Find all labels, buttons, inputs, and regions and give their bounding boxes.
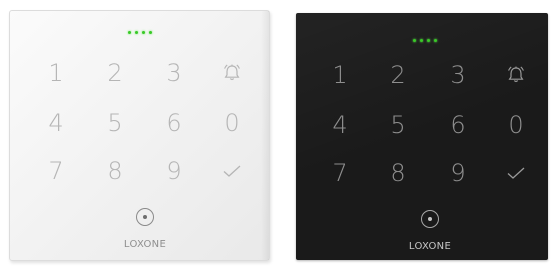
keypad-black: 1 2 3 4 5 6 0 7 8 9 LOXONE <box>296 13 548 260</box>
key-9[interactable]: 9 <box>438 158 478 188</box>
key-0[interactable]: 0 <box>496 110 536 140</box>
brand-logo: LOXONE <box>408 241 452 252</box>
led <box>142 31 145 34</box>
led <box>427 39 430 42</box>
led <box>413 39 416 42</box>
keypad-white: 1 2 3 4 5 6 0 7 8 9 LOXONE <box>9 10 270 261</box>
led <box>135 31 138 34</box>
brand-logo: LOXONE <box>123 239 167 250</box>
confirm-key[interactable] <box>496 158 536 188</box>
key-8[interactable]: 8 <box>378 158 418 188</box>
key-0[interactable]: 0 <box>212 108 252 138</box>
key-7[interactable]: 7 <box>320 158 360 188</box>
key-1[interactable]: 1 <box>36 58 76 88</box>
key-9[interactable]: 9 <box>154 156 194 186</box>
nfc-reader-dot <box>143 215 147 219</box>
checkmark-icon <box>507 167 525 179</box>
led <box>434 39 437 42</box>
key-5[interactable]: 5 <box>95 108 135 138</box>
led <box>420 39 423 42</box>
nfc-reader-icon[interactable] <box>421 210 439 228</box>
key-7[interactable]: 7 <box>36 156 76 186</box>
led-indicator <box>413 39 437 42</box>
key-5[interactable]: 5 <box>378 110 418 140</box>
led-indicator <box>128 31 152 34</box>
key-3[interactable]: 3 <box>438 60 478 90</box>
nfc-reader-icon[interactable] <box>136 208 154 226</box>
key-2[interactable]: 2 <box>378 60 418 90</box>
key-4[interactable]: 4 <box>320 110 360 140</box>
key-6[interactable]: 6 <box>154 108 194 138</box>
bell-icon <box>224 64 240 81</box>
key-3[interactable]: 3 <box>154 58 194 88</box>
key-4[interactable]: 4 <box>36 108 76 138</box>
bell-key[interactable] <box>212 58 252 88</box>
confirm-key[interactable] <box>212 156 252 186</box>
key-2[interactable]: 2 <box>95 58 135 88</box>
led <box>128 31 131 34</box>
checkmark-icon <box>223 165 241 177</box>
led <box>149 31 152 34</box>
bell-icon <box>508 66 524 83</box>
key-1[interactable]: 1 <box>320 60 360 90</box>
key-8[interactable]: 8 <box>95 156 135 186</box>
nfc-reader-dot <box>428 217 432 221</box>
bell-key[interactable] <box>496 60 536 90</box>
key-6[interactable]: 6 <box>438 110 478 140</box>
